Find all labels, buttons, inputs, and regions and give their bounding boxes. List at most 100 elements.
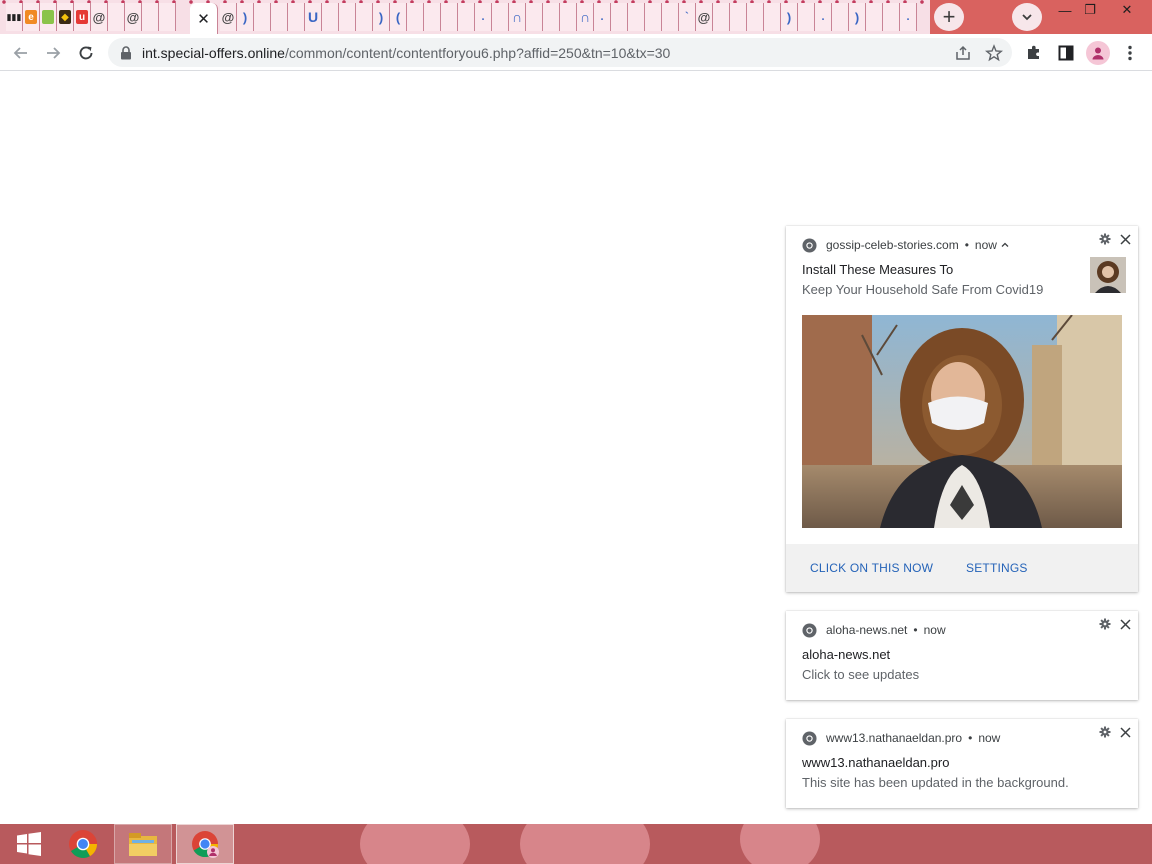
tab-4[interactable]: ◆ [57,3,74,31]
tab-40[interactable] [713,3,730,31]
tab-7[interactable] [108,3,125,31]
taskbar-file-explorer[interactable] [114,824,172,864]
notification-aloha[interactable]: aloha-news.net • now aloha-news.net Clic… [786,611,1138,700]
blue-mark-favicon-icon: ) [854,9,860,25]
notification-header: gossip-celeb-stories.com • now [802,237,1009,253]
tab-22[interactable] [407,3,424,31]
active-tab[interactable]: ✕ [190,3,218,34]
reload-button[interactable] [73,40,99,66]
tab-15[interactable] [288,3,305,31]
blue-mark-favicon-icon: ∩ [511,9,523,25]
tab-42[interactable] [747,3,764,31]
notification-settings-action-button[interactable]: SETTINGS [966,561,1028,575]
tab-29[interactable] [526,3,543,31]
bookmark-star-icon[interactable] [985,44,1003,62]
tab-45[interactable] [798,3,815,31]
tab-3[interactable] [40,3,57,31]
tab-43[interactable] [764,3,781,31]
profile-avatar[interactable] [1086,41,1110,65]
notification-title: www13.nathanaeldan.pro [802,755,950,770]
notification-nathanaeldan[interactable]: www13.nathanaeldan.pro • now www13.natha… [786,719,1138,808]
tab-16[interactable]: U [305,3,322,31]
tab-35[interactable] [628,3,645,31]
chrome-icon [69,830,97,858]
chrome-mini-icon [802,622,817,638]
tab-14[interactable] [271,3,288,31]
tab-13[interactable] [254,3,271,31]
tab-10[interactable] [159,3,176,31]
extensions-button[interactable] [1021,40,1047,66]
tab-17[interactable] [322,3,339,31]
tab-24[interactable] [441,3,458,31]
tab-38[interactable]: ` [679,3,696,31]
tab-32[interactable]: ∩ [577,3,594,31]
tab-1[interactable]: ▮▮▮ [6,3,23,31]
notification-settings-button[interactable] [1098,232,1112,246]
chevron-up-icon[interactable] [1001,241,1009,249]
start-button[interactable] [0,824,58,864]
tab-33[interactable]: . [594,3,611,31]
new-tab-button[interactable]: + [934,3,964,31]
tab-48[interactable]: ) [849,3,866,31]
tab-37[interactable] [662,3,679,31]
tab-27[interactable] [492,3,509,31]
tab-28[interactable]: ∩ [509,3,526,31]
back-button[interactable] [8,40,34,66]
tab-30[interactable] [543,3,560,31]
tab-search-button[interactable] [1012,3,1042,31]
notification-separator: • [964,238,969,252]
tab-8[interactable]: @ [125,3,142,31]
tab-49[interactable] [866,3,883,31]
taskbar-chrome-profile[interactable] [176,824,234,864]
notification-settings-button[interactable] [1098,725,1112,739]
tab-46[interactable]: . [815,3,832,31]
tab-41[interactable] [730,3,747,31]
tab-6[interactable]: @ [91,3,108,31]
woman-portrait-thumbnail-image [1090,257,1126,293]
arrow-left-icon [13,47,27,59]
tab-21[interactable]: ( [390,3,407,31]
address-bar[interactable]: int.special-offers.online/common/content… [108,38,1012,67]
click-on-this-now-button[interactable]: CLICK ON THIS NOW [810,561,933,575]
tab-50[interactable] [883,3,900,31]
blue-mark-favicon-icon: . [481,11,485,23]
window-close-button[interactable]: ✕ [1110,0,1144,20]
taskbar-chrome[interactable] [54,824,112,864]
notification-close-button[interactable] [1118,232,1132,246]
restore-button[interactable]: ❐ [1073,0,1107,20]
tab-20[interactable]: ) [373,3,390,31]
tab-34[interactable] [611,3,628,31]
tab-26[interactable]: . [475,3,492,31]
tab-47[interactable] [832,3,849,31]
tab-51[interactable]: . [900,3,917,31]
taskbar-glow [360,824,470,864]
tab-39[interactable]: @ [696,3,713,31]
lock-icon[interactable] [120,46,132,60]
notification-settings-button[interactable] [1098,617,1112,631]
tab-36[interactable] [645,3,662,31]
tab-31[interactable] [560,3,577,31]
notification-close-button[interactable] [1118,617,1132,631]
tab-25[interactable] [458,3,475,31]
arrow-right-icon [47,47,61,59]
close-tab-icon[interactable]: ✕ [197,10,210,28]
notification-body: Click to see updates [802,667,920,682]
blue-mark-favicon-icon: ` [685,11,689,23]
forward-button[interactable] [40,40,66,66]
close-icon [1119,618,1131,630]
tab-11[interactable]: @ [220,3,237,31]
tab-19[interactable] [356,3,373,31]
tab-44[interactable]: ) [781,3,798,31]
menu-button[interactable] [1117,40,1143,66]
side-panel-button[interactable] [1053,40,1079,66]
tab-23[interactable] [424,3,441,31]
notification-gossip[interactable]: gossip-celeb-stories.com • now Install T… [786,226,1138,592]
tab-9[interactable] [142,3,159,31]
tab-12[interactable]: ) [237,3,254,31]
tab-2[interactable]: e [23,3,40,31]
url-text[interactable]: int.special-offers.online/common/content… [142,45,670,61]
tab-18[interactable] [339,3,356,31]
tab-5[interactable]: u [74,3,91,31]
share-icon[interactable] [954,44,972,62]
notification-close-button[interactable] [1118,725,1132,739]
